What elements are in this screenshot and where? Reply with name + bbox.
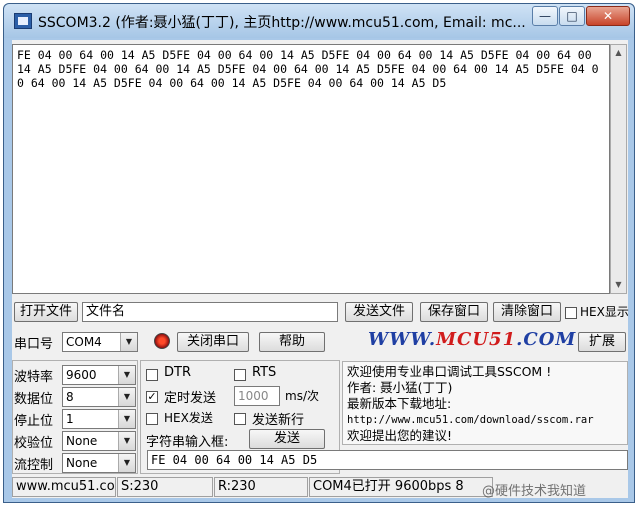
hex-display-label: HEX显示 [580, 305, 629, 319]
rts-label: RTS [252, 365, 277, 380]
parity-label: 校验位 [14, 436, 54, 451]
terminal-icon [14, 13, 32, 29]
hex-send-checkbox[interactable] [146, 413, 158, 425]
watermark-text: @硬件技术我知道 [482, 484, 587, 499]
interval-unit: ms/次 [285, 389, 319, 403]
info-line: 欢迎使用专业串口调试工具SSCOM ! [347, 364, 552, 379]
receive-area[interactable]: FE 04 00 64 00 14 A5 D5FE 04 00 64 00 14… [12, 44, 610, 294]
maximize-icon[interactable]: □ [559, 6, 585, 26]
baud-select[interactable]: 9600 ▼ [62, 365, 136, 385]
scroll-down-icon[interactable]: ▼ [611, 277, 626, 293]
hex-display-checkbox[interactable] [565, 307, 577, 319]
status-received-count: R:230 [214, 477, 308, 497]
databits-value: 8 [66, 390, 74, 404]
title-bar[interactable]: SSCOM3.2 (作者:聂小猛(丁丁), 主页http://www.mcu51… [4, 4, 634, 38]
dtr-checkbox[interactable] [146, 369, 158, 381]
status-sent-count: S:230 [117, 477, 213, 497]
info-panel: 欢迎使用专业串口调试工具SSCOM ! 作者: 聂小猛(丁丁) 最新版本下载地址… [342, 361, 628, 445]
status-port-state: COM4已打开 9600bps 8 [309, 477, 493, 497]
chevron-down-icon[interactable]: ▼ [118, 432, 135, 450]
app-window: SSCOM3.2 (作者:聂小猛(丁丁), 主页http://www.mcu51… [3, 3, 635, 503]
open-file-button[interactable]: 打开文件 [14, 302, 78, 322]
clear-window-button[interactable]: 清除窗口 [493, 302, 561, 322]
timed-send-checkbox[interactable]: ✓ [146, 391, 158, 403]
parity-value: None [66, 434, 98, 448]
databits-label: 数据位 [14, 392, 54, 407]
baud-value: 9600 [66, 368, 97, 382]
timed-send-label: 定时发送 [164, 391, 217, 406]
stopbits-value: 1 [66, 412, 74, 426]
interval-field[interactable]: 1000 [234, 386, 280, 406]
chevron-down-icon[interactable]: ▼ [118, 388, 135, 406]
mcu51-logo: WWW.MCU51.COM [368, 329, 577, 350]
close-port-button[interactable]: 关闭串口 [177, 332, 249, 352]
chevron-down-icon[interactable]: ▼ [118, 366, 135, 384]
send-button[interactable]: 发送 [249, 429, 325, 449]
help-button[interactable]: 帮助 [259, 332, 325, 352]
parity-select[interactable]: None ▼ [62, 431, 136, 451]
flow-select[interactable]: None ▼ [62, 453, 136, 473]
download-link[interactable]: http://www.mcu51.com/download/sscom.rar [347, 412, 623, 428]
status-site: www.mcu51.cor [12, 477, 116, 497]
rts-checkbox[interactable] [234, 369, 246, 381]
port-select[interactable]: COM4 ▼ [62, 332, 138, 352]
window-title: SSCOM3.2 (作者:聂小猛(丁丁), 主页http://www.mcu51… [38, 15, 526, 31]
scroll-up-icon[interactable]: ▲ [611, 45, 626, 61]
info-line: 欢迎提出您的建议! [347, 428, 453, 443]
hex-send-label: HEX发送 [164, 411, 213, 425]
info-line: 作者: 聂小猛(丁丁) [347, 380, 453, 395]
stopbits-label: 停止位 [14, 414, 54, 429]
receive-scrollbar[interactable]: ▲ ▼ [610, 44, 627, 294]
chevron-down-icon[interactable]: ▼ [118, 454, 135, 472]
stopbits-select[interactable]: 1 ▼ [62, 409, 136, 429]
flow-label: 流控制 [14, 458, 54, 473]
chevron-down-icon[interactable]: ▼ [118, 410, 135, 428]
databits-select[interactable]: 8 ▼ [62, 387, 136, 407]
info-line: 最新版本下载地址: [347, 396, 452, 411]
close-icon[interactable]: ✕ [586, 6, 630, 26]
save-window-button[interactable]: 保存窗口 [420, 302, 488, 322]
client-area: FE 04 00 64 00 14 A5 D5FE 04 00 64 00 14… [12, 40, 629, 499]
send-newline-checkbox[interactable] [234, 413, 246, 425]
filename-field[interactable]: 文件名 [82, 302, 338, 322]
chevron-down-icon[interactable]: ▼ [120, 333, 137, 351]
send-file-button[interactable]: 发送文件 [345, 302, 413, 322]
send-input[interactable]: FE 04 00 64 00 14 A5 D5 [147, 450, 628, 470]
dtr-label: DTR [164, 365, 191, 380]
send-newline-label: 发送新行 [252, 413, 305, 428]
record-icon [154, 333, 170, 349]
port-label: 串口号 [14, 337, 54, 352]
input-label: 字符串输入框: [146, 435, 229, 450]
flow-value: None [66, 456, 98, 470]
port-value: COM4 [66, 335, 102, 349]
expand-button[interactable]: 扩展 [578, 332, 626, 352]
baud-label: 波特率 [14, 370, 54, 385]
minimize-icon[interactable]: — [532, 6, 558, 26]
